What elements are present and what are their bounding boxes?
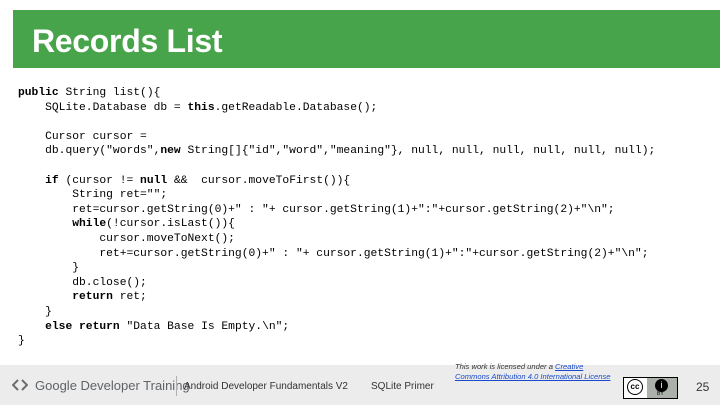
code-text: cursor.moveToNext(); [18, 232, 235, 245]
license-prefix: This work is licensed under a [455, 362, 556, 371]
topic-label: SQLite Primer [371, 381, 434, 392]
code-text: db.query("words", [18, 145, 161, 158]
code-line: if (cursor != null && cursor.moveToFirst… [18, 174, 718, 189]
by-label: BY [657, 391, 664, 397]
code-text: .getReadable.Database(); [214, 101, 378, 114]
code-text: } [18, 335, 25, 348]
code-keyword: new [160, 145, 181, 158]
code-line: db.query("words",new String[]{"id","word… [18, 144, 718, 159]
code-line: else return "Data Base Is Empty.\n"; [18, 320, 718, 335]
code-keyword: return [79, 320, 120, 333]
code-line: } [18, 261, 718, 276]
code-keyword: while [72, 218, 107, 231]
code-text: db.close(); [18, 276, 147, 289]
code-text: && cursor.moveToFirst()){ [167, 174, 351, 187]
code-keyword: public [18, 87, 59, 99]
code-text: Cursor cursor = [18, 130, 147, 143]
code-line: String ret=""; [18, 188, 718, 203]
code-keyword: null [140, 174, 168, 187]
code-line: Cursor cursor = [18, 130, 718, 145]
code-line: cursor.moveToNext(); [18, 232, 718, 247]
brand-label: Google Developer Training [35, 378, 190, 393]
code-line: } [18, 334, 718, 349]
code-block: public String list(){ SQLite.Database db… [18, 86, 718, 349]
code-line: public String list(){ [18, 86, 718, 101]
code-line: SQLite.Database db = this.getReadable.Da… [18, 101, 718, 116]
code-text: String ret=""; [18, 189, 168, 202]
code-line: ret=cursor.getString(0)+" : "+ cursor.ge… [18, 203, 718, 218]
code-keyword: return [72, 291, 113, 304]
footer-divider [176, 376, 177, 396]
code-text: } [18, 305, 52, 318]
code-text: String[]{"id","word","meaning"}, null, n… [180, 145, 656, 158]
code-text: String list(){ [58, 87, 161, 99]
code-text: "Data Base Is Empty.\n"; [119, 320, 290, 333]
course-label: Android Developer Fundamentals V2 [184, 381, 348, 392]
code-line: db.close(); [18, 276, 718, 291]
page-number: 25 [696, 380, 710, 394]
code-text: ret+=cursor.getString(0)+" : "+ cursor.g… [18, 247, 649, 260]
code-line: ret+=cursor.getString(0)+" : "+ cursor.g… [18, 247, 718, 262]
code-text: (!cursor.isLast()){ [106, 218, 235, 231]
code-keyword: this [187, 101, 215, 114]
cc-icon: cc [627, 379, 643, 395]
cc-by-badge[interactable]: cc i BY [623, 377, 678, 399]
code-text: ret=cursor.getString(0)+" : "+ cursor.ge… [18, 203, 615, 216]
code-line: while(!cursor.isLast()){ [18, 217, 718, 232]
code-text: ret; [112, 291, 147, 304]
code-text: SQLite.Database db = [18, 101, 188, 114]
slide-header: Records List [0, 0, 720, 80]
code-keyword: if [45, 174, 59, 187]
by-section: i BY [647, 378, 677, 398]
code-text: (cursor != [58, 174, 141, 187]
code-text: } [18, 262, 80, 275]
code-line: } [18, 305, 718, 320]
title-band: Records List [13, 10, 720, 68]
slide-title: Records List [32, 23, 223, 59]
license-text: This work is licensed under a Creative C… [455, 362, 617, 382]
code-keyword: else [45, 320, 73, 333]
developer-chevron-icon [12, 379, 28, 391]
code-line: return ret; [18, 290, 718, 305]
